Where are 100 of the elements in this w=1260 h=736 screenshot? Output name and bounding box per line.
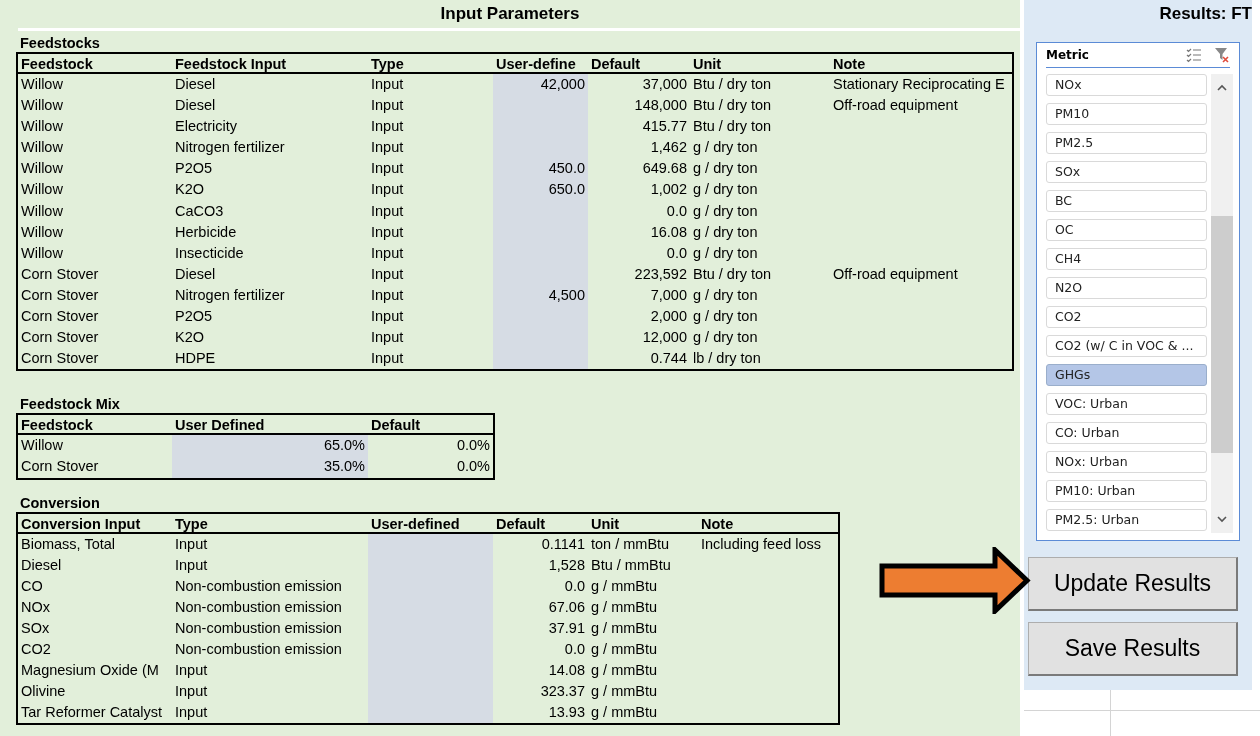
input-cell[interactable]: 450.0 bbox=[493, 158, 588, 180]
table-cell-text: Input bbox=[174, 661, 209, 681]
table-cell-text: Input bbox=[174, 703, 209, 723]
table-cell-text: 0.744 bbox=[649, 349, 688, 369]
column-header: Unit bbox=[690, 54, 830, 74]
table-cell-text: Willow bbox=[20, 222, 64, 242]
column-header: Note bbox=[830, 54, 1012, 74]
input-cell[interactable]: 35.0% bbox=[172, 456, 368, 478]
table-cell-text: 37.91 bbox=[547, 618, 586, 638]
column-header: Feedstock bbox=[18, 54, 172, 74]
table-cell-text: Diesel bbox=[20, 555, 63, 575]
table-cell-text: 1,002 bbox=[649, 180, 688, 200]
table-cell-text: Off-road equipment bbox=[832, 264, 959, 284]
table-cell-text: Willow bbox=[20, 117, 64, 137]
slicer-item[interactable]: N2O bbox=[1046, 277, 1207, 299]
table-cell-text: 12,000 bbox=[641, 328, 688, 348]
slicer-item[interactable]: PM10: Urban bbox=[1046, 480, 1207, 502]
table-cell-text: 415.77 bbox=[641, 117, 688, 137]
table-cell-text: Btu / dry ton bbox=[692, 264, 773, 284]
input-cell[interactable]: 65.0% bbox=[172, 435, 368, 457]
table-cell-text: 67.06 bbox=[547, 597, 586, 617]
input-cell[interactable] bbox=[368, 702, 493, 724]
slicer-item[interactable]: GHGs bbox=[1046, 364, 1207, 386]
table-cell-text: Electricity bbox=[174, 117, 239, 137]
table-cell-text: Input bbox=[174, 534, 209, 554]
table-cell-text: g / dry ton bbox=[692, 222, 759, 242]
slicer-item[interactable]: SOx bbox=[1046, 161, 1207, 183]
table-cell-text: NOx bbox=[20, 597, 51, 617]
table-cell-text: Non-combustion emission bbox=[174, 576, 343, 596]
table-cell-text: Herbicide bbox=[174, 222, 238, 242]
save-button[interactable]: Save Results bbox=[1028, 622, 1238, 676]
update-button[interactable]: Update Results bbox=[1028, 557, 1238, 611]
slicer-item[interactable]: PM2.5 bbox=[1046, 132, 1207, 154]
table-cell-text: Off-road equipment bbox=[832, 96, 959, 116]
column-header: Type bbox=[368, 54, 493, 74]
section-title: Feedstocks bbox=[19, 34, 100, 52]
section-title: Conversion bbox=[19, 493, 100, 512]
slicer-item[interactable]: NOx: Urban bbox=[1046, 451, 1207, 473]
table-cell-text: Diesel bbox=[174, 75, 217, 94]
table-cell-text: g / dry ton bbox=[692, 201, 759, 221]
table-cell-text: P2O5 bbox=[174, 307, 214, 327]
table-cell-text: 7,000 bbox=[649, 285, 688, 305]
slicer-item[interactable]: PM10 bbox=[1046, 103, 1207, 125]
caret-up-icon[interactable] bbox=[1217, 84, 1227, 91]
table-cell-text: 0.0 bbox=[665, 201, 688, 221]
table-cell-text: 223,592 bbox=[633, 264, 688, 284]
table-cell-text: Input bbox=[370, 307, 405, 327]
slicer-item[interactable]: VOC: Urban bbox=[1046, 393, 1207, 415]
table-cell-text: Input bbox=[370, 243, 405, 263]
table-cell-text: Input bbox=[370, 285, 405, 305]
table-cell-text: Non-combustion emission bbox=[174, 618, 343, 638]
table-cell-text: ton / mmBtu bbox=[590, 534, 671, 554]
slicer-item[interactable]: NOx bbox=[1046, 74, 1207, 96]
input-cell[interactable] bbox=[493, 348, 588, 370]
table-cell-text: Btu / mmBtu bbox=[590, 555, 672, 575]
slicer-item[interactable]: BC bbox=[1046, 190, 1207, 212]
input-cell[interactable] bbox=[368, 533, 493, 555]
table-cell-text: Corn Stover bbox=[20, 328, 100, 348]
table-cell-text: 16.08 bbox=[649, 222, 688, 242]
table-cell-text: Willow bbox=[20, 75, 64, 94]
scrollbar[interactable] bbox=[1211, 74, 1233, 533]
table-cell-text: Insecticide bbox=[174, 243, 245, 263]
input-cell[interactable]: 650.0 bbox=[493, 179, 588, 201]
table-cell-text: 0.1141 bbox=[540, 534, 586, 554]
table-cell-text: Willow bbox=[20, 138, 64, 158]
caret-down-icon[interactable] bbox=[1217, 516, 1227, 523]
table-cell-text: CaCO3 bbox=[174, 201, 225, 221]
slicer-item[interactable]: PM2.5: Urban bbox=[1046, 509, 1207, 531]
table-cell-text: Including feed loss bbox=[700, 534, 823, 554]
table-cell-text: 0.0 bbox=[563, 576, 586, 596]
input-cell[interactable]: 42,000 bbox=[493, 74, 588, 96]
table-cell-text: Magnesium Oxide (M bbox=[20, 661, 160, 681]
column-header: Default bbox=[493, 513, 588, 534]
input-cell[interactable]: 4,500 bbox=[493, 284, 588, 307]
slicer-item[interactable]: OC bbox=[1046, 219, 1207, 241]
table-cell-text: 649.68 bbox=[641, 159, 688, 179]
slicer-item[interactable]: CH4 bbox=[1046, 248, 1207, 270]
table-cell-text: Willow bbox=[20, 201, 64, 221]
table-cell-text: Tar Reformer Catalyst bbox=[20, 703, 163, 723]
table-cell-text: Input bbox=[370, 264, 405, 284]
results-title: Results: FT bbox=[1159, 4, 1252, 24]
table-cell-text: 0.0 bbox=[563, 639, 586, 659]
table-cell-text: 1,462 bbox=[649, 138, 688, 158]
slicer-item[interactable]: CO: Urban bbox=[1046, 422, 1207, 444]
table-cell-text: Willow bbox=[20, 96, 64, 116]
slicer-item[interactable]: CO2 bbox=[1046, 306, 1207, 328]
table-cell-text: 37,000 bbox=[641, 75, 688, 94]
multi-select-icon[interactable] bbox=[1186, 47, 1202, 63]
table-cell-text: Olivine bbox=[20, 682, 67, 702]
table-cell-text: g / mmBtu bbox=[590, 703, 659, 723]
slicer-item[interactable]: CO2 (w/ C in VOC & ... bbox=[1046, 335, 1207, 357]
table-cell-text: g / mmBtu bbox=[590, 576, 659, 596]
clear-filter-icon[interactable] bbox=[1214, 47, 1230, 63]
table-cell-text: Btu / dry ton bbox=[692, 96, 773, 116]
column-header: Note bbox=[698, 513, 838, 534]
column-header: Conversion Input bbox=[18, 513, 172, 534]
table-cell-text: 323.37 bbox=[539, 682, 586, 702]
table-cell-text: 0.0 bbox=[665, 243, 688, 263]
table-cell-text: P2O5 bbox=[174, 159, 214, 179]
table-cell-text: Input bbox=[370, 138, 405, 158]
